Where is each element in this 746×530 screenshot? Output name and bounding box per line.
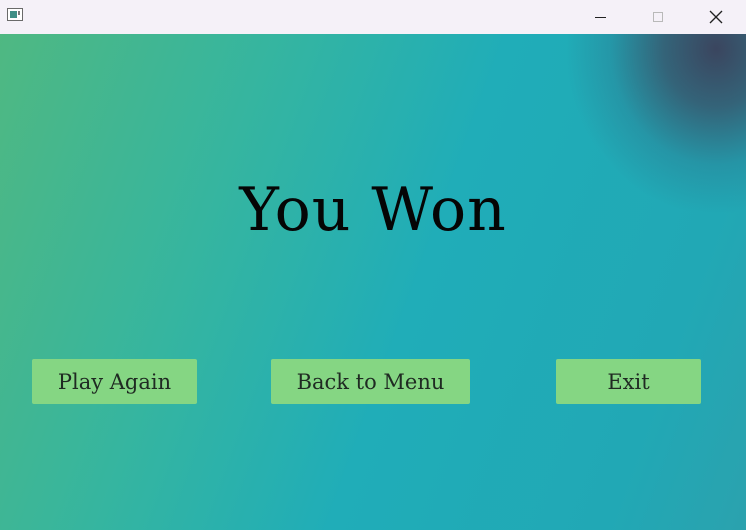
exit-button[interactable]: Exit <box>556 359 701 404</box>
play-again-button[interactable]: Play Again <box>32 359 197 404</box>
close-button[interactable] <box>688 0 744 34</box>
close-icon <box>709 10 723 24</box>
result-title: You Won <box>239 175 507 245</box>
game-over-screen: You Won Play Again Back to Menu Exit <box>0 34 746 530</box>
minimize-icon <box>594 16 606 18</box>
app-window-icon <box>7 8 23 21</box>
back-to-menu-button[interactable]: Back to Menu <box>271 359 470 404</box>
maximize-button[interactable] <box>630 0 686 34</box>
maximize-icon <box>653 12 663 22</box>
game-window: You Won Play Again Back to Menu Exit <box>0 0 746 530</box>
title-bar[interactable] <box>0 0 746 34</box>
minimize-button[interactable] <box>572 0 628 34</box>
